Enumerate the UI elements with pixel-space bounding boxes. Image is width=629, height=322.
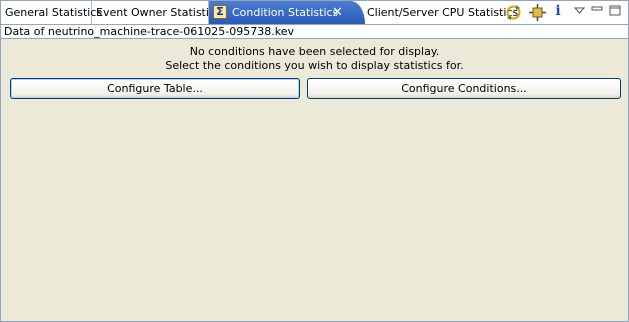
pin-icon[interactable] [529, 4, 546, 21]
empty-message: No conditions have been selected for dis… [1, 45, 628, 73]
refresh-icon[interactable] [505, 4, 522, 21]
view-menu-icon[interactable] [574, 3, 585, 20]
tab-condition-statistics[interactable]: Σ Condition Statistics ✕ [209, 1, 365, 24]
sigma-icon: Σ [213, 5, 227, 19]
maximize-icon[interactable] [609, 3, 621, 20]
minimize-icon[interactable] [591, 3, 603, 20]
data-file-label: Data of neutrino_machine-trace-061025-09… [1, 25, 628, 39]
tab-bar: General Statistics Event Owner Statistic… [1, 1, 628, 25]
configure-conditions-button[interactable]: Configure Conditions... [307, 78, 621, 99]
empty-message-line1: No conditions have been selected for dis… [189, 45, 440, 58]
empty-message-line2: Select the conditions you wish to displa… [165, 59, 464, 72]
configure-table-button[interactable]: Configure Table... [10, 78, 300, 99]
statistics-view: General Statistics Event Owner Statistic… [0, 0, 629, 322]
tab-event-owner-statistics[interactable]: Event Owner Statistics [92, 1, 221, 24]
close-icon[interactable]: ✕ [332, 1, 343, 25]
tab-general-statistics[interactable]: General Statistics [1, 1, 102, 24]
tab-client-server-cpu-statistics[interactable]: Client/Server CPU Statistics [363, 1, 518, 24]
info-icon[interactable]: i [553, 3, 563, 20]
tab-condition-statistics-label: Condition Statistics [232, 6, 339, 19]
